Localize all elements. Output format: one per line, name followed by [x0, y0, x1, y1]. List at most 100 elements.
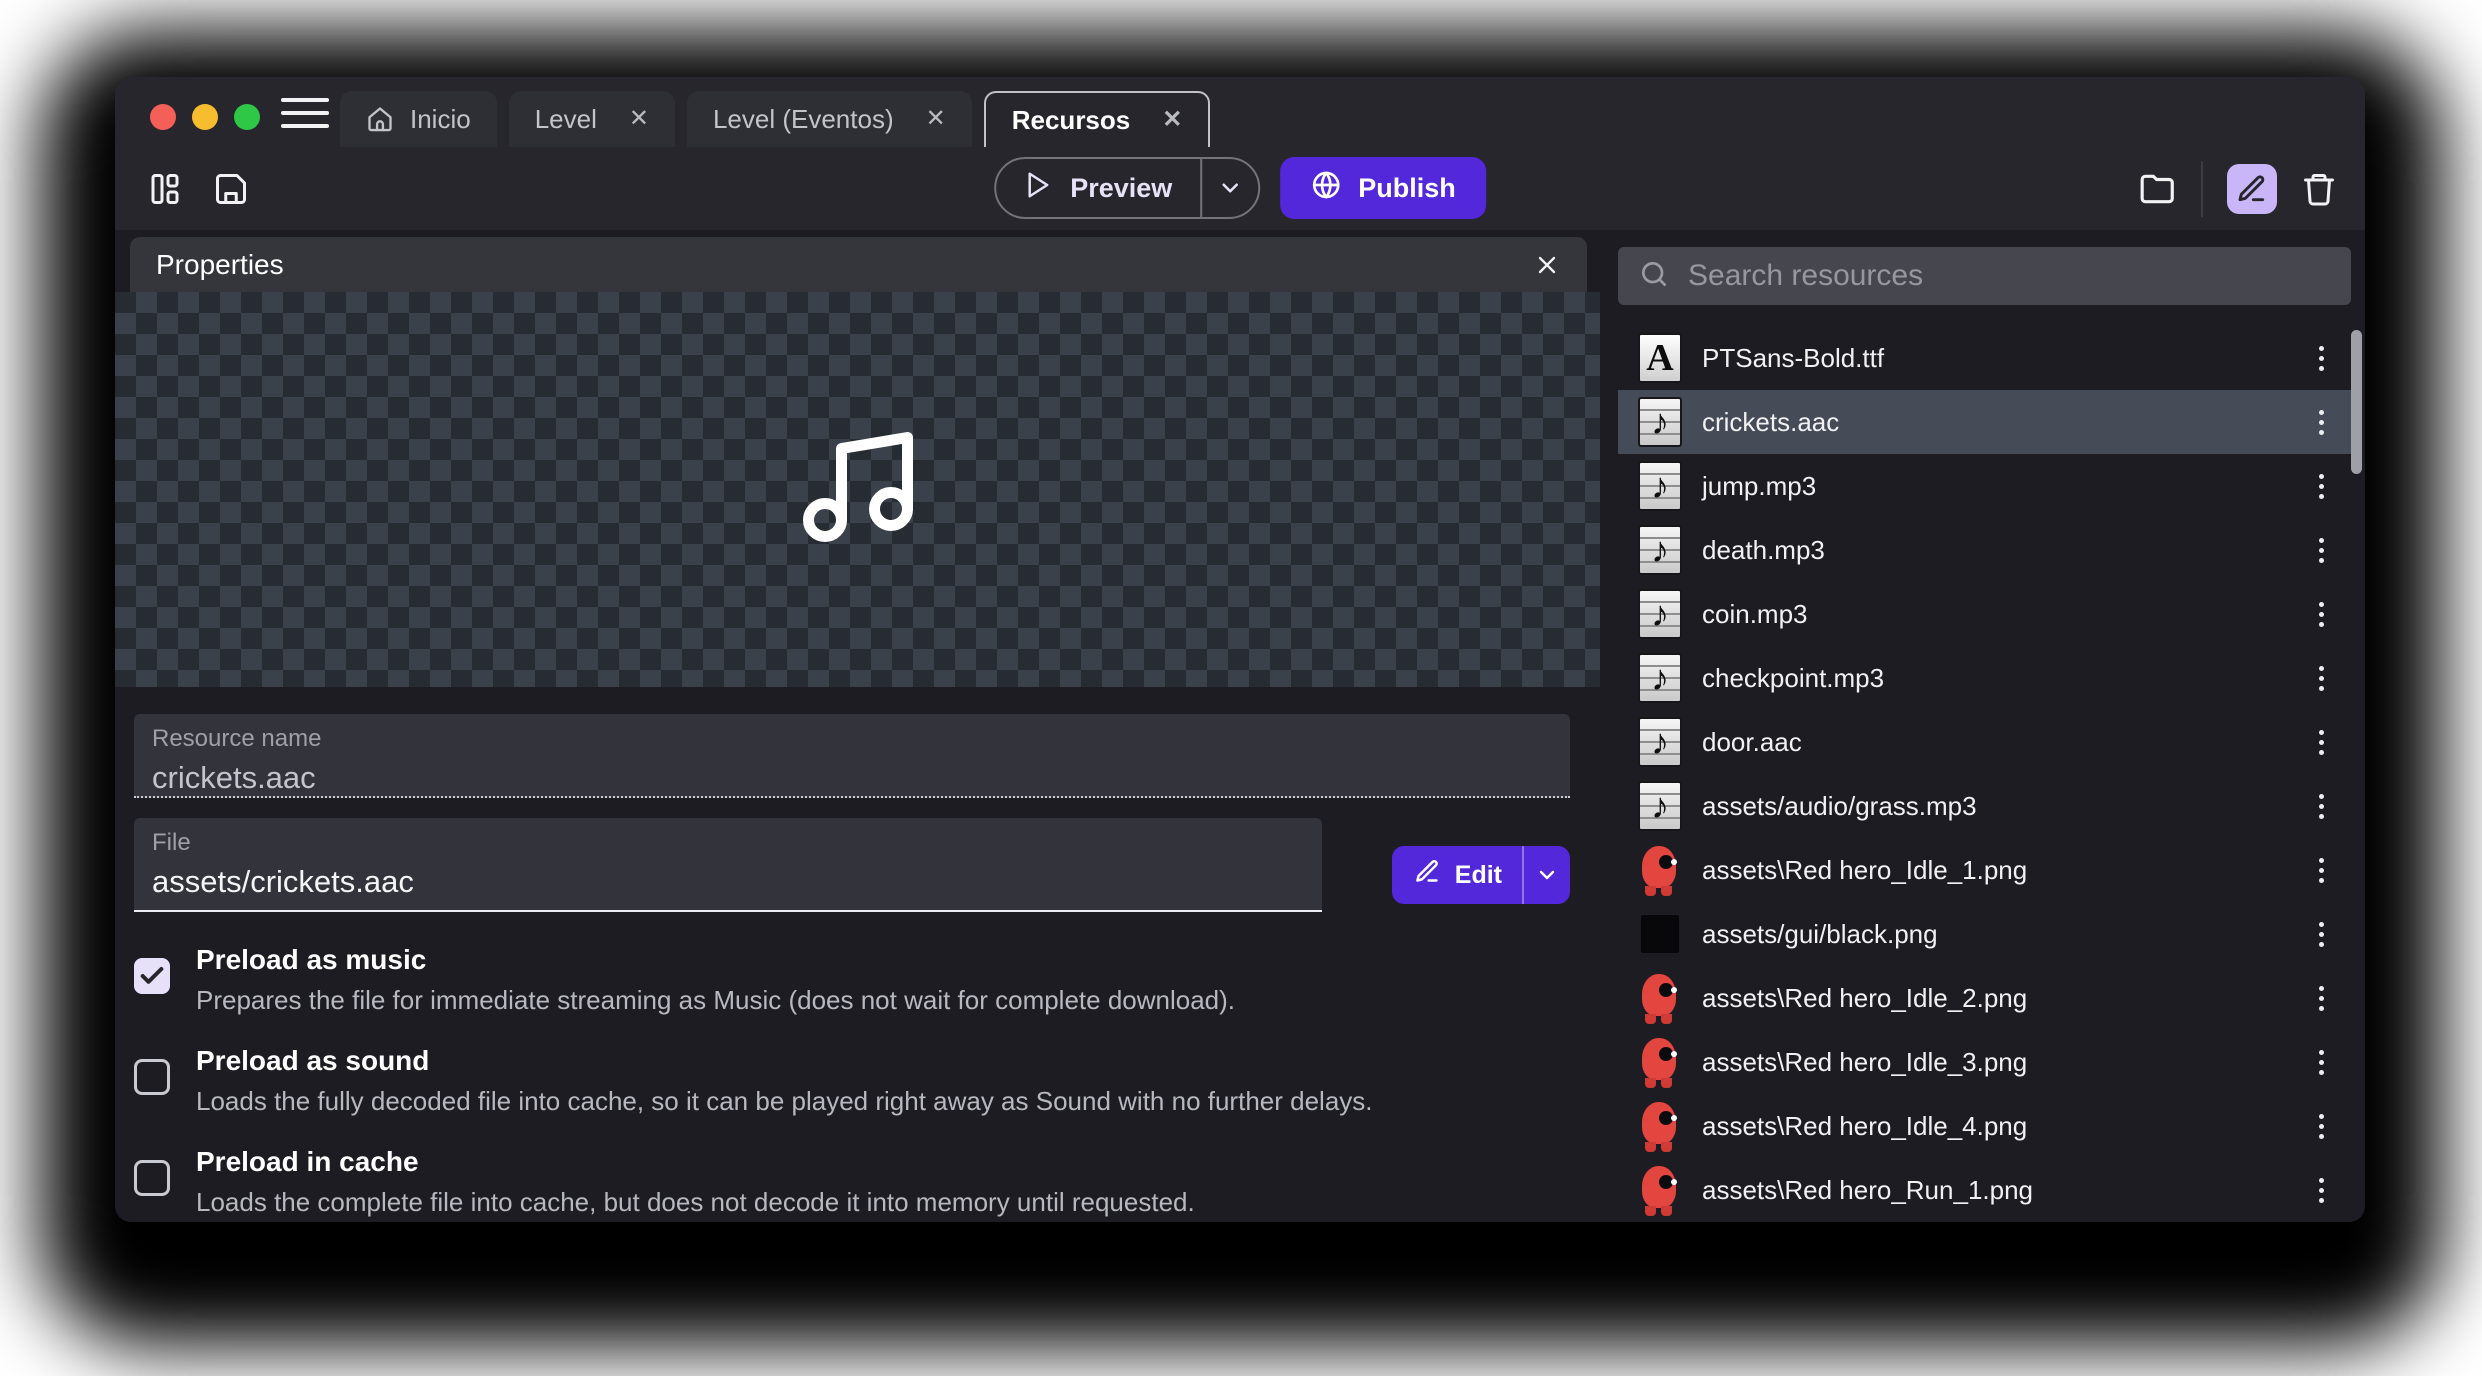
tab-level[interactable]: Level✕ [509, 91, 675, 147]
audio-file-icon: ♪ [1636, 779, 1684, 833]
properties-fields: Resource name crickets.aac File assets/c… [134, 687, 1570, 1222]
resource-name: assets/audio/grass.mp3 [1702, 791, 1977, 822]
resource-row[interactable]: assets\Red hero_Idle_4.png [1618, 1094, 2352, 1158]
audio-file-icon: ♪ [1636, 395, 1684, 449]
kebab-menu-icon[interactable] [2319, 922, 2324, 947]
properties-header: Properties [130, 237, 1587, 292]
tab-recursos[interactable]: Recursos✕ [984, 91, 1211, 147]
scrollbar-thumb[interactable] [2351, 330, 2362, 474]
preload-sound-label: Preload as sound [196, 1043, 1373, 1079]
publish-button[interactable]: Publish [1280, 157, 1486, 219]
kebab-menu-icon[interactable] [2319, 474, 2324, 499]
preload-music-description: Prepares the file for immediate streamin… [196, 983, 1235, 1017]
kebab-menu-icon[interactable] [2319, 346, 2324, 371]
resource-name: assets\Red hero_Idle_4.png [1702, 1111, 2027, 1142]
preload-sound-description: Loads the fully decoded file into cache,… [196, 1084, 1373, 1118]
resource-name-label: Resource name [152, 725, 1552, 753]
screenshot-canvas: InicioLevel✕Level (Eventos)✕Recursos✕ [0, 0, 2482, 1376]
red-hero-sprite-icon [1636, 1035, 1684, 1089]
file-row: File assets/crickets.aac Edit [134, 818, 1570, 914]
kebab-menu-icon[interactable] [2319, 986, 2324, 1011]
kebab-menu-icon[interactable] [2319, 602, 2324, 627]
transparency-preview-area [115, 292, 1600, 687]
layout-panels-icon[interactable] [147, 171, 183, 207]
minimize-window-button[interactable] [192, 104, 218, 130]
resource-search-bar[interactable] [1618, 247, 2351, 305]
search-icon [1638, 258, 1670, 295]
resource-row[interactable]: assets\Red hero_Run_1.png [1618, 1158, 2352, 1222]
close-window-button[interactable] [150, 104, 176, 130]
check-icon [138, 962, 166, 990]
pencil-icon [1414, 858, 1441, 892]
resource-name: PTSans-Bold.ttf [1702, 343, 1884, 374]
resource-row[interactable]: ♪ assets/audio/grass.mp3 [1618, 774, 2352, 838]
audio-file-icon: ♪ [1636, 523, 1684, 577]
kebab-menu-icon[interactable] [2319, 1114, 2324, 1139]
tab-close-icon[interactable]: ✕ [629, 107, 649, 131]
preview-button[interactable]: Preview [994, 157, 1260, 219]
preload-in-cache-checkbox[interactable] [134, 1160, 170, 1196]
kebab-menu-icon[interactable] [2319, 666, 2324, 691]
red-hero-sprite-icon [1636, 1099, 1684, 1153]
kebab-menu-icon[interactable] [2319, 858, 2324, 883]
font-file-icon: A [1636, 331, 1684, 385]
preload-cache-label: Preload in cache [196, 1144, 1195, 1180]
resource-name: door.aac [1702, 727, 1802, 758]
tab-close-icon[interactable]: ✕ [1162, 108, 1182, 132]
resource-list: APTSans-Bold.ttf♪crickets.aac♪jump.mp3♪d… [1618, 326, 2365, 1222]
kebab-menu-icon[interactable] [2319, 730, 2324, 755]
resource-name: assets\Red hero_Idle_1.png [1702, 855, 2027, 886]
tab-close-icon[interactable]: ✕ [926, 107, 946, 131]
preview-button-label: Preview [1070, 173, 1172, 204]
traffic-lights [150, 104, 260, 130]
tab-level-eventos-[interactable]: Level (Eventos)✕ [687, 91, 972, 147]
edit-file-button[interactable]: Edit [1392, 846, 1570, 904]
resource-row[interactable]: ♪crickets.aac [1618, 390, 2352, 454]
kebab-menu-icon[interactable] [2319, 1050, 2324, 1075]
save-icon[interactable] [213, 171, 249, 207]
resource-name-field[interactable]: Resource name crickets.aac [134, 714, 1570, 798]
pencil-icon [2236, 173, 2268, 205]
resource-row[interactable]: A PTSans-Bold.ttf [1618, 326, 2352, 390]
edit-dropdown-arrow[interactable] [1524, 863, 1570, 887]
resource-name: assets\Red hero_Idle_2.png [1702, 983, 2027, 1014]
preload-music-label: Preload as music [196, 942, 1235, 978]
main-menu-icon[interactable] [281, 98, 329, 128]
resource-row[interactable]: assets\Red hero_Idle_1.png [1618, 838, 2352, 902]
preload-options: Preload as music Prepares the file for i… [134, 942, 1570, 1219]
kebab-menu-icon[interactable] [2319, 1178, 2324, 1203]
black-image-icon [1636, 907, 1684, 961]
resource-row[interactable]: assets\Red hero_Idle_3.png [1618, 1030, 2352, 1094]
file-label: File [152, 829, 1304, 857]
tab-inicio[interactable]: Inicio [340, 91, 497, 147]
edit-button-label: Edit [1455, 861, 1502, 890]
trash-icon[interactable] [2301, 171, 2337, 207]
kebab-menu-icon[interactable] [2319, 538, 2324, 563]
zoom-window-button[interactable] [234, 104, 260, 130]
kebab-menu-icon[interactable] [2319, 794, 2324, 819]
toolbar-left-group [147, 147, 249, 230]
resource-row[interactable]: assets\Red hero_Idle_2.png [1618, 966, 2352, 1030]
tab-bar: InicioLevel✕Level (Eventos)✕Recursos✕ [340, 77, 1222, 147]
resource-name: coin.mp3 [1702, 599, 1808, 630]
preload-as-music-checkbox[interactable] [134, 958, 170, 994]
preview-dropdown-arrow[interactable] [1202, 175, 1258, 201]
resource-row[interactable]: assets/gui/black.png [1618, 902, 2352, 966]
resource-name-value: crickets.aac [152, 760, 1552, 796]
music-note-icon [792, 421, 924, 558]
kebab-menu-icon[interactable] [2319, 410, 2324, 435]
close-properties-icon[interactable] [1533, 251, 1561, 279]
red-hero-sprite-icon [1636, 843, 1684, 897]
edit-mode-button[interactable] [2227, 164, 2277, 214]
resource-row[interactable]: ♪coin.mp3 [1618, 582, 2352, 646]
file-field[interactable]: File assets/crickets.aac [134, 818, 1322, 912]
search-input[interactable] [1688, 259, 2331, 293]
open-folder-icon[interactable] [2139, 170, 2177, 208]
red-hero-sprite-icon [1636, 1163, 1684, 1217]
resource-row[interactable]: ♪checkpoint.mp3 [1618, 646, 2352, 710]
resource-row[interactable]: ♪jump.mp3 [1618, 454, 2352, 518]
resource-name: assets/gui/black.png [1702, 919, 1938, 950]
preload-as-sound-checkbox[interactable] [134, 1059, 170, 1095]
resource-row[interactable]: ♪death.mp3 [1618, 518, 2352, 582]
resource-row[interactable]: ♪door.aac [1618, 710, 2352, 774]
